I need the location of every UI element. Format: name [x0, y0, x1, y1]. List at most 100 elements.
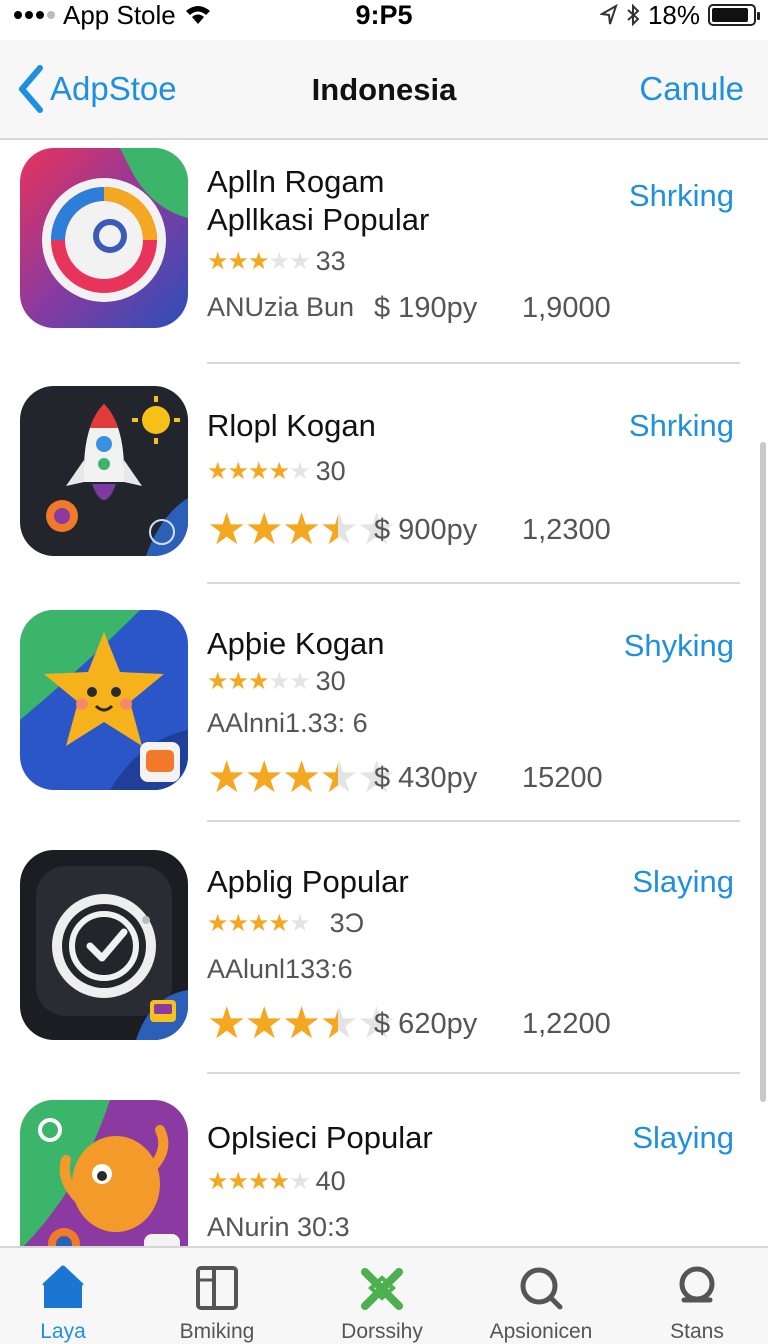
status-bar: App Stole 9:P5 18% [0, 0, 768, 30]
rating-count: 3Ɔ [329, 908, 365, 938]
search-icon [679, 1266, 715, 1303]
app-action-button[interactable]: Shyking [624, 628, 734, 664]
star-rating: ★ ★ ★ ★ ★ [207, 667, 311, 696]
app-action-button[interactable]: Slaying [632, 1120, 734, 1156]
star-icon: ★ [207, 505, 246, 554]
download-count: 1,9000 [522, 292, 611, 324]
tab-games[interactable]: Dorssihy [307, 1258, 457, 1344]
list-item[interactable]: Apblig Popular Slaying ★ ★ ★ ★ ★ 3Ɔ AAlunl13… [0, 830, 768, 1070]
tab-label: Stans [670, 1320, 724, 1343]
tab-apps[interactable]: Apsionicen [466, 1258, 616, 1344]
star-icon: ★ [248, 1168, 269, 1195]
star-icon: ★ [281, 505, 321, 554]
star-icon: ★ [227, 458, 249, 485]
app-action-button[interactable]: Shrking [629, 408, 734, 444]
star-icon: ★ [281, 753, 321, 802]
battery-icon [708, 4, 760, 26]
star-icon: ★ [227, 910, 249, 937]
star-rating: ★ ★ ★ ★ ★ [207, 457, 311, 486]
star-icon: ★ [227, 1168, 249, 1195]
download-count: 15200 [522, 762, 603, 794]
large-rating: ★ ★ ★ ★ ★ [207, 504, 396, 555]
navigation-bar: AdpStoe Indonesia Canule [0, 40, 768, 140]
app-name: Apblig Popular [207, 864, 409, 899]
star-icon: ★ [207, 458, 228, 485]
star-icon: ★ [289, 668, 310, 695]
app-meta: ANurin 30:3 [207, 1212, 350, 1242]
rating-line: ★ ★ ★ ★ ★ 30 [207, 456, 346, 487]
star-icon: ★ [248, 458, 269, 485]
app-list: Aplln Rogam Apllkasi Popular Shrking ★ ★ ★… [0, 142, 768, 1246]
checkmark-dial-icon [20, 850, 188, 1040]
tab-label: Bmiking [179, 1320, 255, 1343]
large-rating: ★ ★ ★ ★ ★ [207, 998, 396, 1049]
download-count: 1,2300 [522, 514, 611, 546]
app-action-button[interactable]: Shrking [629, 178, 734, 214]
star-icon: ★ [268, 1168, 290, 1195]
app-subtitle: Apllkasi Popular [207, 202, 430, 237]
rating-line: ★ ★ ★ ★ ★ 3Ɔ [207, 908, 364, 939]
rating-count: 30 [315, 456, 346, 486]
star-icon: ★ [207, 999, 246, 1048]
app-price: $ 190py [374, 292, 478, 324]
large-rating: ★ ★ ★ ★ ★ [207, 752, 396, 803]
star-icon: ★ [207, 668, 228, 695]
star-rating-large: ★ ★ ★ ★ ★ [207, 504, 396, 555]
star-icon: ★ [227, 668, 249, 695]
app-meta: AAlnni1.33: 6 [207, 708, 368, 738]
tab-label: Apsionicen [489, 1320, 593, 1343]
star-icon: ★ [268, 910, 290, 937]
divider [207, 820, 740, 822]
star-icon: ★ [319, 999, 358, 1048]
star-icon: ★ [248, 668, 269, 695]
tab-label: Dorssihy [341, 1320, 423, 1343]
star-icon: ★ [244, 505, 283, 554]
app-action-button[interactable]: Slaying [632, 864, 734, 900]
star-icon: ★ [281, 999, 321, 1048]
location-icon [599, 4, 618, 25]
star-rating: ★ ★ ★ ★ ★ [207, 1167, 311, 1196]
list-item[interactable]: Oplsieci Popular Slaying ★ ★ ★ ★ ★ 40 ANurin… [0, 1082, 768, 1246]
divider [207, 362, 740, 364]
star-icon: ★ [289, 458, 310, 485]
star-icon: ★ [319, 753, 358, 802]
star-rating: ★ ★ ★ ★ ★ [207, 247, 311, 276]
list-item[interactable]: Rlopl Kogan Shrking ★ ★ ★ ★ ★ 30 ★ ★ ★ ★ ★ $ 900… [0, 372, 768, 592]
bluetooth-icon [627, 3, 640, 27]
app-name: Oplsieci Popular [207, 1120, 433, 1155]
app-name: Apþie Kogan [207, 626, 385, 661]
rating-line: ★ ★ ★ ★ ★ 30 [207, 666, 346, 697]
tab-label: Laya [40, 1320, 86, 1343]
star-icon: ★ [207, 753, 246, 802]
app-meta: ANUzia Bun [207, 292, 355, 322]
star-icon: ★ [248, 248, 269, 275]
list-item[interactable]: Aplln Rogam Apllkasi Popular Shrking ★ ★ ★… [0, 142, 768, 372]
rating-line: ★ ★ ★ ★ ★ 33 [207, 246, 346, 277]
scrollbar[interactable] [760, 442, 766, 1102]
star-icon: ★ [268, 458, 290, 485]
search-icon [520, 1267, 563, 1310]
app-meta: AAlunl133:6 [207, 954, 353, 984]
app-name: Aplln Rogam [207, 164, 385, 199]
download-count: 1,2200 [522, 1008, 611, 1040]
rating-count: 30 [315, 666, 346, 696]
star-rating-large: ★ ★ ★ ★ ★ [207, 998, 396, 1049]
cancel-button[interactable]: Canule [639, 70, 744, 108]
divider [207, 1072, 740, 1074]
tab-search[interactable]: Stans [622, 1258, 768, 1344]
status-right: 18% [599, 0, 760, 30]
app-name: Rlopl Kogan [207, 408, 376, 443]
star-icon: ★ [207, 248, 228, 275]
tab-books[interactable]: Bmiking [142, 1258, 292, 1344]
book-icon [196, 1266, 238, 1310]
star-rating: ★ ★ ★ ★ ★ [207, 909, 311, 938]
colorful-ring-icon [20, 148, 188, 328]
divider [207, 582, 740, 584]
star-icon: ★ [319, 505, 358, 554]
list-item[interactable]: Apþie Kogan Shyking ★ ★ ★ ★ ★ 30 AAlnni1.33:… [0, 592, 768, 820]
star-icon: ★ [244, 753, 283, 802]
star-rating-large: ★ ★ ★ ★ ★ [207, 752, 396, 803]
rating-count: 33 [315, 246, 346, 276]
tab-today[interactable]: Laya [0, 1258, 138, 1344]
home-icon [42, 1265, 84, 1308]
